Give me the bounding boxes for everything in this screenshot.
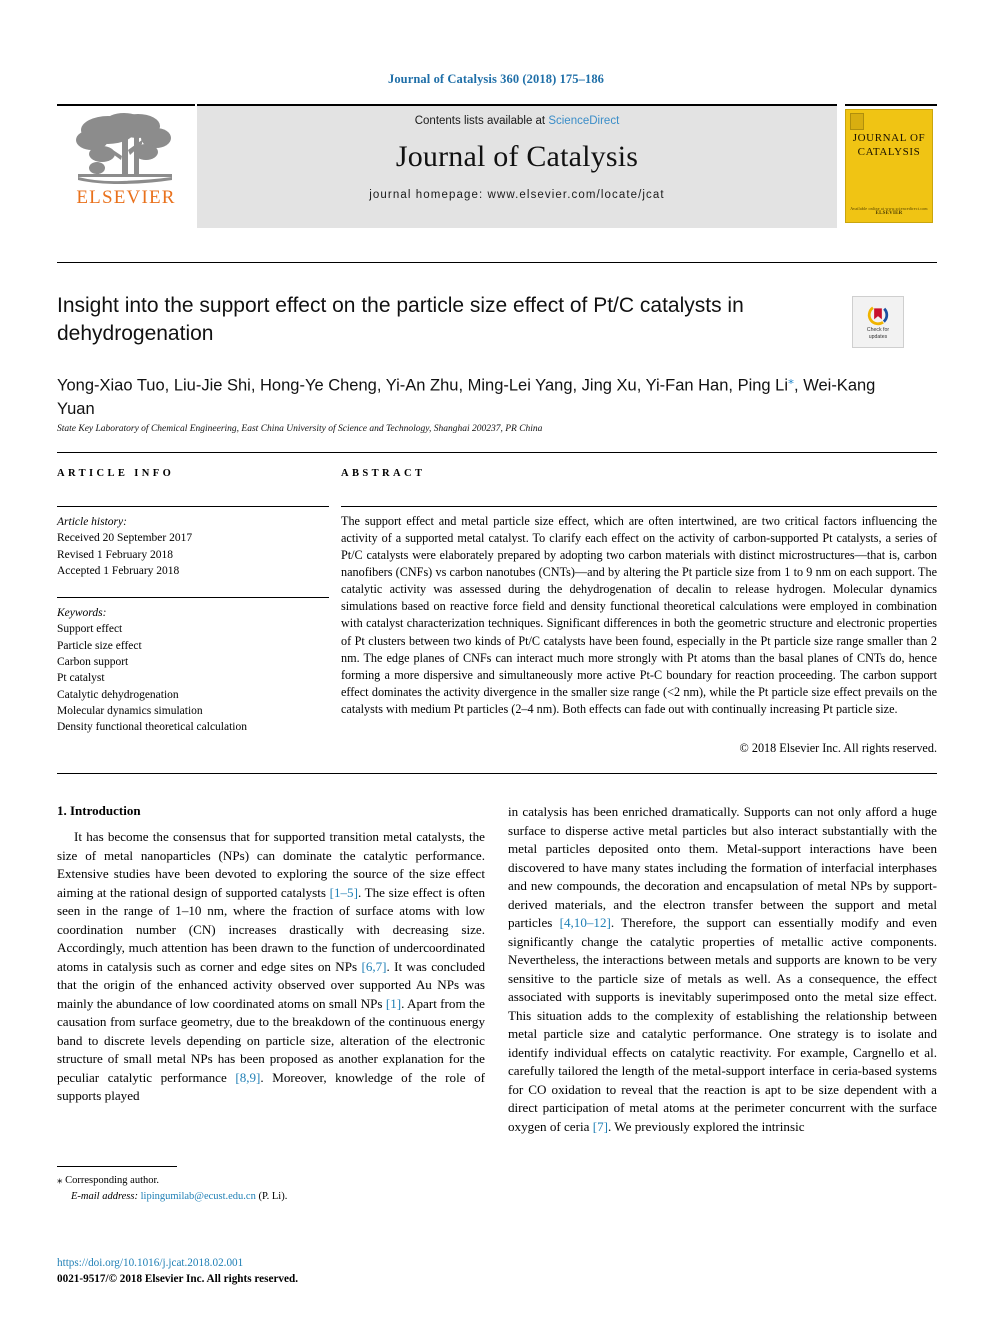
cover-elsevier-mini-icon bbox=[850, 113, 864, 130]
keyword-item: Carbon support bbox=[57, 655, 129, 668]
journal-cover-block: JOURNAL OF CATALYSIS Available online at… bbox=[845, 104, 937, 228]
article-info-divider bbox=[57, 506, 329, 507]
keywords-list: Keywords: Support effect Particle size e… bbox=[57, 605, 329, 736]
journal-article-page: Journal of Catalysis 360 (2018) 175–186 bbox=[0, 0, 992, 1323]
email-note: E-mail address: lipingumilab@ecust.edu.c… bbox=[57, 1189, 485, 1204]
citation-ref[interactable]: [1] bbox=[386, 996, 401, 1011]
citation-ref[interactable]: [8,9] bbox=[235, 1070, 260, 1085]
journal-band: Contents lists available at ScienceDirec… bbox=[197, 104, 837, 228]
running-head: Journal of Catalysis 360 (2018) 175–186 bbox=[387, 72, 605, 86]
body-text: in catalysis has been enriched dramatica… bbox=[508, 804, 937, 931]
abstract-heading: ABSTRACT bbox=[341, 468, 426, 479]
body-paragraph: in catalysis has been enriched dramatica… bbox=[508, 803, 937, 1136]
article-info-heading: ARTICLE INFO bbox=[57, 468, 175, 479]
cover-title-text: JOURNAL OF CATALYSIS bbox=[846, 132, 932, 160]
crossmark-label: Check for updates bbox=[867, 327, 889, 340]
email-suffix: (P. Li). bbox=[258, 1190, 288, 1202]
cover-title-line2: CATALYSIS bbox=[857, 145, 921, 158]
citation-ref[interactable]: [4,10–12] bbox=[560, 915, 611, 930]
article-history-header: Article history: bbox=[57, 516, 127, 528]
abstract-paragraph: The support effect and metal particle si… bbox=[341, 514, 937, 716]
keyword-item: Particle size effect bbox=[57, 639, 142, 652]
section-heading-introduction: 1. Introduction bbox=[57, 803, 141, 818]
page-title: Insight into the support effect on the p… bbox=[57, 294, 744, 345]
contents-prefix: Contents lists available at bbox=[414, 115, 549, 127]
info-top-divider bbox=[57, 452, 937, 453]
elsevier-logo-block: ELSEVIER bbox=[57, 104, 195, 228]
masthead-divider bbox=[57, 262, 937, 263]
crossmark-badge[interactable]: Check for updates bbox=[852, 296, 904, 348]
keyword-item: Support effect bbox=[57, 623, 123, 636]
footnote-block: ⁎ Corresponding author. E-mail address: … bbox=[57, 1173, 485, 1204]
email-link[interactable]: lipingumilab@ecust.edu.cn bbox=[141, 1191, 256, 1202]
keyword-item: Pt catalyst bbox=[57, 672, 105, 685]
article-history: Article history: Received 20 September 2… bbox=[57, 514, 329, 579]
contents-lists-line: Contents lists available at ScienceDirec… bbox=[415, 115, 620, 127]
issn-copyright-line: 0021-9517/© 2018 Elsevier Inc. All right… bbox=[57, 1273, 298, 1286]
body-paragraph: It has become the consensus that for sup… bbox=[57, 828, 485, 1106]
keywords-divider bbox=[57, 597, 329, 598]
footnote-divider bbox=[57, 1166, 177, 1167]
crossmark-line1: Check for bbox=[866, 327, 890, 333]
article-history-item: Received 20 September 2017 bbox=[57, 532, 193, 545]
keywords-header: Keywords: bbox=[57, 607, 107, 619]
sciencedirect-link[interactable]: ScienceDirect bbox=[548, 115, 619, 127]
author-list: Yong-Xiao Tuo, Liu-Jie Shi, Hong-Ye Chen… bbox=[57, 372, 917, 421]
keyword-item: Catalytic dehydrogenation bbox=[57, 688, 179, 701]
elsevier-wordmark: ELSEVIER bbox=[76, 187, 176, 208]
journal-title: Journal of Catalysis bbox=[395, 140, 639, 173]
keyword-item: Molecular dynamics simulation bbox=[57, 704, 203, 717]
body-column-right: in catalysis has been enriched dramatica… bbox=[508, 803, 937, 1136]
body-text: . We previously explored the intrinsic bbox=[608, 1118, 805, 1134]
authors-main: Yong-Xiao Tuo, Liu-Jie Shi, Hong-Ye Chen… bbox=[57, 376, 789, 395]
elsevier-tree-icon bbox=[76, 113, 172, 184]
corresponding-author-label: Corresponding author. bbox=[65, 1175, 160, 1186]
body-column-left: It has become the consensus that for sup… bbox=[57, 828, 485, 1106]
keyword-item: Density functional theoretical calculati… bbox=[57, 721, 247, 734]
abstract-bottom-divider bbox=[57, 773, 937, 774]
abstract-copyright: © 2018 Elsevier Inc. All rights reserved… bbox=[739, 741, 937, 755]
journal-homepage-link[interactable]: journal homepage: www.elsevier.com/locat… bbox=[369, 189, 664, 201]
citation-ref[interactable]: [7] bbox=[593, 1119, 608, 1134]
affiliation: State Key Laboratory of Chemical Enginee… bbox=[57, 424, 543, 434]
journal-masthead: ELSEVIER Contents lists available at Sci… bbox=[57, 104, 937, 228]
crossmark-icon bbox=[867, 304, 889, 326]
citation-ref[interactable]: [1–5] bbox=[330, 885, 358, 900]
abstract-text: The support effect and metal particle si… bbox=[341, 513, 937, 718]
page-footer: https://doi.org/10.1016/j.jcat.2018.02.0… bbox=[57, 1255, 557, 1287]
journal-cover-image: JOURNAL OF CATALYSIS Available online at… bbox=[845, 109, 933, 223]
email-label: E-mail address: bbox=[71, 1190, 138, 1202]
citation-ref[interactable]: [6,7] bbox=[361, 959, 386, 974]
cover-footer-text: Available online at www.sciencedirect.co… bbox=[846, 206, 932, 216]
article-history-item: Accepted 1 February 2018 bbox=[57, 564, 180, 577]
abstract-divider bbox=[341, 506, 937, 507]
cover-footer-line2: ELSEVIER bbox=[875, 211, 903, 216]
cover-title-line1: JOURNAL OF bbox=[852, 132, 926, 144]
article-history-item: Revised 1 February 2018 bbox=[57, 548, 173, 561]
footnote-star-icon: ⁎ bbox=[57, 1174, 63, 1186]
crossmark-line2: updates bbox=[868, 333, 888, 340]
doi-link[interactable]: https://doi.org/10.1016/j.jcat.2018.02.0… bbox=[57, 1255, 557, 1271]
corresponding-author-note: ⁎ Corresponding author. bbox=[57, 1173, 485, 1189]
body-text: . Therefore, the support can essentially… bbox=[508, 915, 937, 1134]
